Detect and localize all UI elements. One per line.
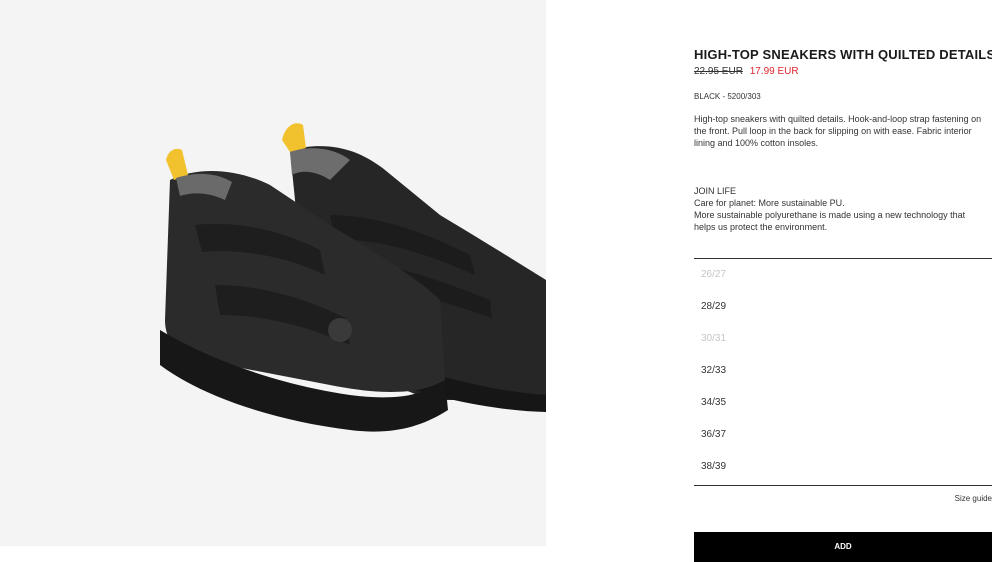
price-row: 22.95 EUR 17.99 EUR — [694, 66, 799, 77]
size-option-38-39[interactable]: 38/39 — [701, 461, 981, 472]
size-option-26-27[interactable]: 26/27 — [701, 269, 981, 280]
old-price: 22.95 EUR — [694, 66, 743, 77]
size-option-32-33[interactable]: 32/33 — [701, 365, 981, 376]
color-reference: BLACK - 5200/303 — [694, 92, 761, 101]
product-image[interactable] — [0, 0, 546, 546]
size-option-36-37[interactable]: 36/37 — [701, 429, 981, 440]
product-description: High-top sneakers with quilted details. … — [694, 114, 982, 148]
join-life-line-2: More sustainable polyurethane is made us… — [694, 210, 966, 232]
product-info-panel: HIGH-TOP SNEAKERS WITH QUILTED DETAILS 2… — [694, 0, 992, 562]
sneakers-illustration — [160, 123, 546, 432]
size-list: 26/27 28/29 30/31 32/33 34/35 36/37 38/3… — [694, 258, 992, 486]
product-title: HIGH-TOP SNEAKERS WITH QUILTED DETAILS — [694, 47, 992, 62]
size-option-30-31[interactable]: 30/31 — [701, 333, 981, 344]
join-life-heading: JOIN LIFE — [694, 186, 737, 196]
size-guide-link[interactable]: Size guide — [955, 494, 992, 503]
join-life-line-1: Care for planet: More sustainable PU. — [694, 198, 845, 208]
size-option-34-35[interactable]: 34/35 — [701, 397, 981, 408]
add-to-cart-button[interactable]: ADD — [694, 532, 992, 562]
join-life-section: JOIN LIFE Care for planet: More sustaina… — [694, 185, 986, 233]
size-option-28-29[interactable]: 28/29 — [701, 301, 981, 312]
sale-price: 17.99 EUR — [749, 66, 799, 77]
